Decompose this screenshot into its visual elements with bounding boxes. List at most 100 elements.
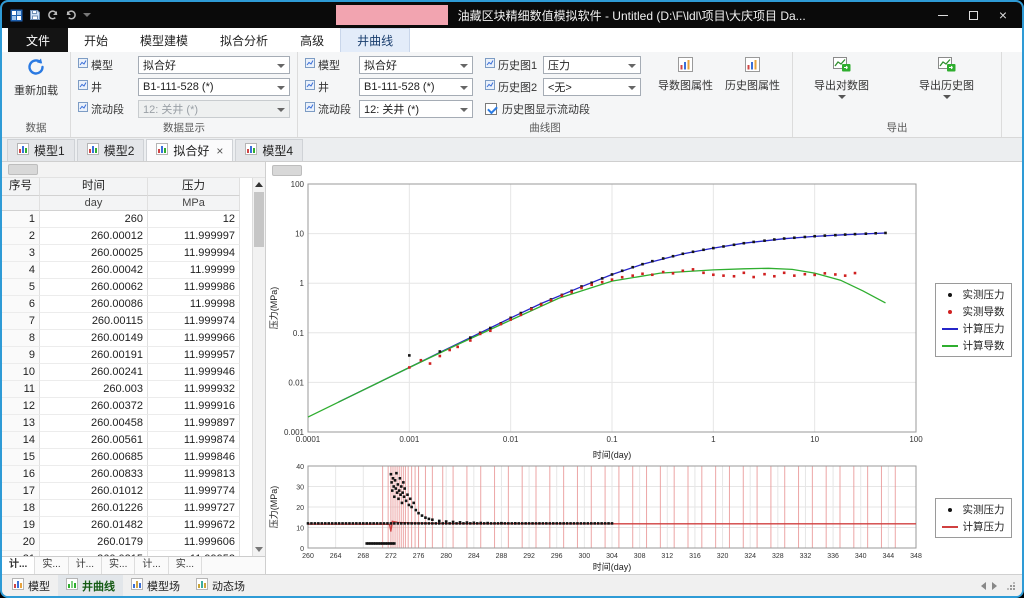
history-flow-checkbox-row[interactable]: 历史图显示流动段 [485,99,641,118]
table-row[interactable]: 13260.0045811.999897 [2,415,251,432]
table-row[interactable]: 15260.0068511.999846 [2,449,251,466]
table-row[interactable]: 3260.0002511.999994 [2,245,251,262]
table-cell[interactable]: 6 [2,296,40,313]
table-cell[interactable]: 260 [40,211,148,228]
doc-tab[interactable]: 模型1 [7,139,75,161]
table-cell[interactable]: 11.999774 [148,483,240,500]
table-cell[interactable]: 260.00241 [40,364,148,381]
table-cell[interactable]: 11.999606 [148,534,240,551]
table-cell[interactable]: 260.00086 [40,296,148,313]
table-cell[interactable]: 11.999874 [148,432,240,449]
table-cell[interactable]: 7 [2,313,40,330]
ribbon-tab[interactable]: 井曲线 [340,28,410,52]
ribbon-tab[interactable]: 模型建模 [124,28,204,52]
table-cell[interactable]: 8 [2,330,40,347]
field-select[interactable]: B1-111-528 (*) [138,78,290,96]
maximize-button[interactable] [958,4,988,26]
table-cell[interactable]: 260.00458 [40,415,148,432]
scroll-up-icon[interactable] [253,178,265,191]
table-cell[interactable]: 11.999986 [148,279,240,296]
table-cell[interactable]: 9 [2,347,40,364]
table-row[interactable]: 17260.0101211.999774 [2,483,251,500]
ribbon-tab[interactable]: 文件 [8,28,68,52]
table-cell[interactable]: 260.00042 [40,262,148,279]
redo-icon[interactable] [65,9,77,21]
table-cell[interactable]: 12 [2,398,40,415]
table-cell[interactable]: 4 [2,262,40,279]
table-row[interactable]: 7260.0011511.999974 [2,313,251,330]
table-cell[interactable]: 260.0215 [40,551,148,556]
table-cell[interactable]: 11.999727 [148,500,240,517]
table-cell[interactable]: 11.999672 [148,517,240,534]
scroll-down-icon[interactable] [255,547,263,552]
field-select[interactable]: <无> [543,78,641,96]
minimize-button[interactable] [928,4,958,26]
table-row[interactable]: 6260.0008611.99998 [2,296,251,313]
table-cell[interactable]: 260.00149 [40,330,148,347]
doc-tab[interactable]: 模型4 [235,139,303,161]
table-cell[interactable]: 260.0179 [40,534,148,551]
table-cell[interactable]: 260.00025 [40,245,148,262]
table-row[interactable]: 18260.0122611.999727 [2,500,251,517]
data-series-tab[interactable]: 实... [35,557,68,574]
table-scrollbar[interactable] [252,178,265,556]
table-row[interactable]: 8260.0014911.999966 [2,330,251,347]
toolbar-caret-icon[interactable] [83,13,91,17]
table-cell[interactable]: 11.999932 [148,381,240,398]
derivative-plot-properties-button[interactable]: 导数图属性 [653,55,718,95]
tab-scroll-left-icon[interactable] [981,582,986,590]
chart-selector[interactable] [272,165,302,176]
table-cell[interactable]: 21 [2,551,40,556]
data-series-tab[interactable]: 计... [2,557,35,574]
undo-icon[interactable] [47,9,59,21]
table-cell[interactable]: 10 [2,364,40,381]
export-history-button[interactable]: 导出历史图 [914,55,979,121]
table-cell[interactable]: 11.999974 [148,313,240,330]
field-select[interactable]: 12: 关井 (*) [359,100,473,118]
statusbar-item[interactable]: 井曲线 [58,575,123,596]
table-cell[interactable]: 260.00685 [40,449,148,466]
table-cell[interactable]: 260.00062 [40,279,148,296]
column-header[interactable]: 时间 [40,178,148,196]
data-series-tab[interactable]: 实... [102,557,135,574]
table-row[interactable]: 19260.0148211.999672 [2,517,251,534]
statusbar-item[interactable]: 动态场 [188,575,253,596]
table-cell[interactable]: 19 [2,517,40,534]
table-cell[interactable]: 260.00191 [40,347,148,364]
table-row[interactable]: 2260.0001211.999997 [2,228,251,245]
table-cell[interactable]: 260.00012 [40,228,148,245]
column-header[interactable]: 序号 [2,178,40,196]
field-select[interactable]: 拟合好 [138,56,290,74]
doc-tab[interactable]: 拟合好× [146,139,233,161]
table-cell[interactable]: 260.01226 [40,500,148,517]
table-cell[interactable]: 14 [2,432,40,449]
field-select[interactable]: 压力 [543,56,641,74]
table-cell[interactable]: 11.99952 [148,551,240,556]
table-row[interactable]: 126012 [2,211,251,228]
table-cell[interactable]: 11.999897 [148,415,240,432]
statusbar-item[interactable]: 模型 [4,575,58,596]
table-row[interactable]: 16260.0083311.999813 [2,466,251,483]
tab-scroll-right-icon[interactable] [992,582,997,590]
table-row[interactable]: 4260.0004211.99999 [2,262,251,279]
ribbon-tab[interactable]: 拟合分析 [204,28,284,52]
table-cell[interactable]: 5 [2,279,40,296]
table-cell[interactable]: 20 [2,534,40,551]
table-cell[interactable]: 16 [2,466,40,483]
table-cell[interactable]: 11.99999 [148,262,240,279]
column-header[interactable]: 压力 [148,178,240,196]
table-cell[interactable]: 260.003 [40,381,148,398]
table-cell[interactable]: 11.999957 [148,347,240,364]
table-cell[interactable]: 260.00372 [40,398,148,415]
history-chart[interactable]: 2602642682722762802842882922963003043083… [266,462,926,574]
table-cell[interactable]: 260.01012 [40,483,148,500]
table-cell[interactable]: 17 [2,483,40,500]
table-cell[interactable]: 15 [2,449,40,466]
table-cell[interactable]: 3 [2,245,40,262]
scroll-thumb[interactable] [254,192,264,247]
data-series-tab[interactable]: 实... [169,557,202,574]
doc-tab[interactable]: 模型2 [77,139,145,161]
table-cell[interactable]: 11.999846 [148,449,240,466]
table-cell[interactable]: 11.99998 [148,296,240,313]
reload-button[interactable]: 重新加载 [9,55,63,121]
